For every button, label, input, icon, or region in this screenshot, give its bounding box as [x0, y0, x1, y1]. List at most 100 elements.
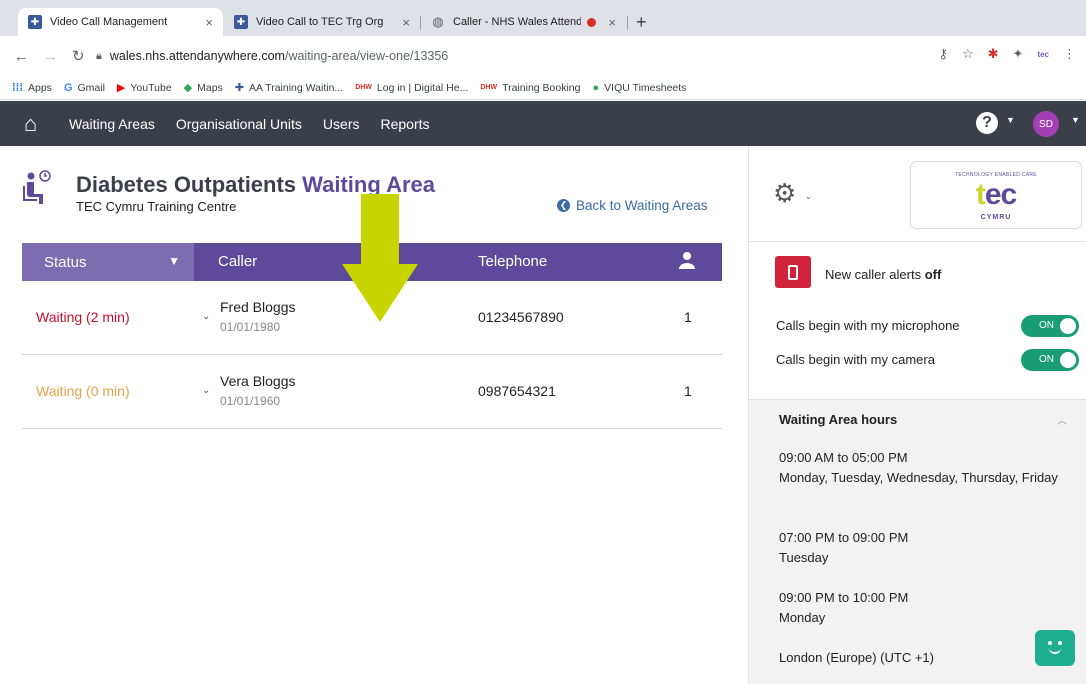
forward-arrow-icon[interactable]: → [43, 48, 58, 65]
toggle-state: ON [1039, 354, 1054, 365]
viqu-icon: ● [592, 81, 600, 94]
puzzle-extensions-icon[interactable]: ✦ [1013, 46, 1024, 62]
bookmark-label: Apps [28, 81, 52, 94]
browser-menu-icon[interactable]: ⋮ [1063, 46, 1076, 62]
bookmarks-bar: ⁞⁞⁞ Apps G Gmail ▶ YouTube ◆ Maps ✚ AA Traini… [0, 76, 1086, 100]
bookmark-label: Gmail [77, 81, 105, 94]
filter-icon[interactable]: ▼ [168, 254, 180, 268]
mobile-alert-icon[interactable] [775, 256, 811, 288]
dhcw-icon: DHW [480, 84, 498, 91]
chat-face-mouth [1049, 648, 1061, 654]
close-tab-icon[interactable]: × [402, 15, 410, 30]
hours-days: Tuesday [779, 550, 829, 565]
star-bookmark-icon[interactable]: ☆ [962, 46, 974, 62]
hours-time: 07:00 PM to 09:00 PM [779, 530, 909, 545]
logo-wordmark-t: t [975, 178, 986, 211]
close-tab-icon[interactable]: × [205, 15, 213, 30]
waiting-area-hours-title[interactable]: Waiting Area hours [779, 412, 897, 427]
nav-waiting-areas[interactable]: Waiting Areas [69, 116, 155, 132]
alerts-state: off [924, 267, 942, 282]
browser-tabstrip: ✚ Video Call Management × ✚ Video Call t… [0, 0, 1086, 36]
tec-cymru-logo: TECHNOLOGY ENABLED CARE tec CYMRU [910, 161, 1082, 229]
bookmark-digital-health[interactable]: DHW Log in | Digital He... [355, 82, 468, 94]
toggle-knob [1060, 318, 1076, 334]
nav-organisational-units[interactable]: Organisational Units [176, 116, 302, 132]
camera-toggle[interactable]: ON [1021, 349, 1079, 371]
key-icon[interactable]: ⚷ [938, 46, 948, 62]
chat-help-button[interactable] [1035, 630, 1075, 666]
close-tab-icon[interactable]: × [608, 15, 616, 30]
bookmark-gmail[interactable]: G Gmail [64, 82, 105, 94]
tab-title: Caller - NHS Wales Attend [453, 16, 582, 28]
bookmark-youtube[interactable]: ▶ YouTube [117, 81, 172, 95]
toggle-state: ON [1039, 320, 1054, 331]
chevron-down-icon[interactable]: ⌄ [202, 311, 210, 322]
participant-count: 1 [684, 309, 692, 325]
tab-title: Video Call Management [50, 16, 168, 28]
chevron-down-icon[interactable]: ▼ [1006, 115, 1015, 125]
microphone-toggle[interactable]: ON [1021, 315, 1079, 337]
bookmark-training-booking[interactable]: DHW Training Booking [480, 82, 580, 94]
aa-favicon-icon: ✚ [234, 82, 245, 94]
back-to-waiting-areas-link[interactable]: ❮ Back to Waiting Areas [557, 198, 708, 213]
dhcw-icon: DHW [355, 84, 372, 91]
tab-title: Video Call to TEC Trg Org [256, 16, 384, 28]
tab-separator [627, 16, 628, 30]
call-settings: New caller alerts off Calls begin with m… [749, 242, 1086, 400]
status-column-header[interactable]: Status ▼ [22, 243, 194, 281]
caller-name: Fred Bloggs [220, 299, 296, 315]
google-icon: G [63, 81, 73, 94]
logo-subtitle: CYMRU [980, 214, 1012, 221]
hours-block: 09:00 AM to 05:00 PM Monday, Tuesday, We… [779, 448, 1059, 488]
url-field[interactable]: 🔒︎ wales.nhs.attendanywhere.com/waiting-… [96, 43, 996, 69]
user-avatar[interactable]: SD [1033, 111, 1059, 137]
bookmark-aa-training[interactable]: ✚ AA Training Waitin... [234, 81, 343, 95]
page-title-main: Diabetes Outpatients [76, 172, 297, 197]
back-link-label: Back to Waiting Areas [576, 198, 708, 213]
tab-video-call-tec[interactable]: ✚ Video Call to TEC Trg Org × [224, 8, 420, 36]
chevron-down-icon[interactable]: ⌄ [202, 385, 210, 396]
chevron-down-icon[interactable]: ▼ [1071, 115, 1080, 125]
new-tab-button[interactable]: + [636, 12, 647, 33]
caller-column-header: Caller [218, 253, 258, 270]
bookmark-maps[interactable]: ◆ Maps [183, 81, 223, 95]
toggle-knob [1060, 352, 1076, 368]
home-icon[interactable]: ⌂ [24, 111, 48, 137]
chevron-up-icon[interactable]: ︿ [1057, 412, 1067, 427]
logo-wordmark: tec [911, 178, 1081, 212]
tec-extension-icon[interactable]: tec [1037, 50, 1049, 59]
tab-video-call-management[interactable]: ✚ Video Call Management × [18, 8, 223, 36]
bookmark-label: VIQU Timesheets [604, 81, 687, 94]
back-circle-icon: ❮ [557, 199, 570, 212]
hours-time: 09:00 PM to 10:00 PM [779, 590, 909, 605]
bookmark-apps[interactable]: ⁞⁞⁞ Apps [12, 82, 52, 94]
main-content: Diabetes Outpatients Waiting Area TEC Cy… [0, 146, 748, 684]
caller-status: Waiting (0 min) [36, 383, 130, 399]
lock-icon: 🔒︎ [96, 49, 102, 62]
recording-dot-icon [587, 17, 597, 27]
bookmark-viqu[interactable]: ● VIQU Timesheets [593, 82, 687, 94]
globe-icon: ◍ [432, 14, 444, 29]
caller-dob: 01/01/1980 [220, 320, 281, 334]
tab-caller-nhs-wales[interactable]: ◍ Caller - NHS Wales Attend × [421, 8, 626, 36]
telephone-column-header: Telephone [478, 253, 548, 270]
side-panel: ⚙ ⌄ TECHNOLOGY ENABLED CARE tec CYMRU Ne… [748, 146, 1086, 684]
gear-icon[interactable]: ⚙ [773, 178, 796, 209]
caller-telephone: 0987654321 [478, 383, 556, 399]
nav-users[interactable]: Users [323, 116, 360, 132]
url-host: wales.nhs.attendanywhere.com [109, 49, 285, 63]
back-arrow-icon[interactable]: ← [14, 48, 29, 65]
hours-block: 09:00 PM to 10:00 PM Monday [779, 588, 1059, 628]
nav-reports[interactable]: Reports [380, 116, 429, 132]
caller-status: Waiting (2 min) [36, 309, 130, 325]
extension-icon[interactable]: ✱ [988, 46, 999, 62]
help-icon[interactable]: ? [976, 112, 998, 134]
chevron-down-icon[interactable]: ⌄ [805, 192, 812, 201]
aa-favicon-icon: ✚ [28, 15, 42, 29]
table-row[interactable]: Waiting (0 min) ⌄ Vera Bloggs 01/01/1960… [22, 355, 722, 429]
aa-favicon-icon: ✚ [234, 15, 248, 29]
side-panel-header: ⚙ ⌄ TECHNOLOGY ENABLED CARE tec CYMRU [749, 146, 1086, 242]
reload-icon[interactable]: ↻ [72, 47, 85, 65]
maps-icon: ◆ [183, 82, 193, 94]
microphone-option-label: Calls begin with my microphone [776, 318, 960, 333]
